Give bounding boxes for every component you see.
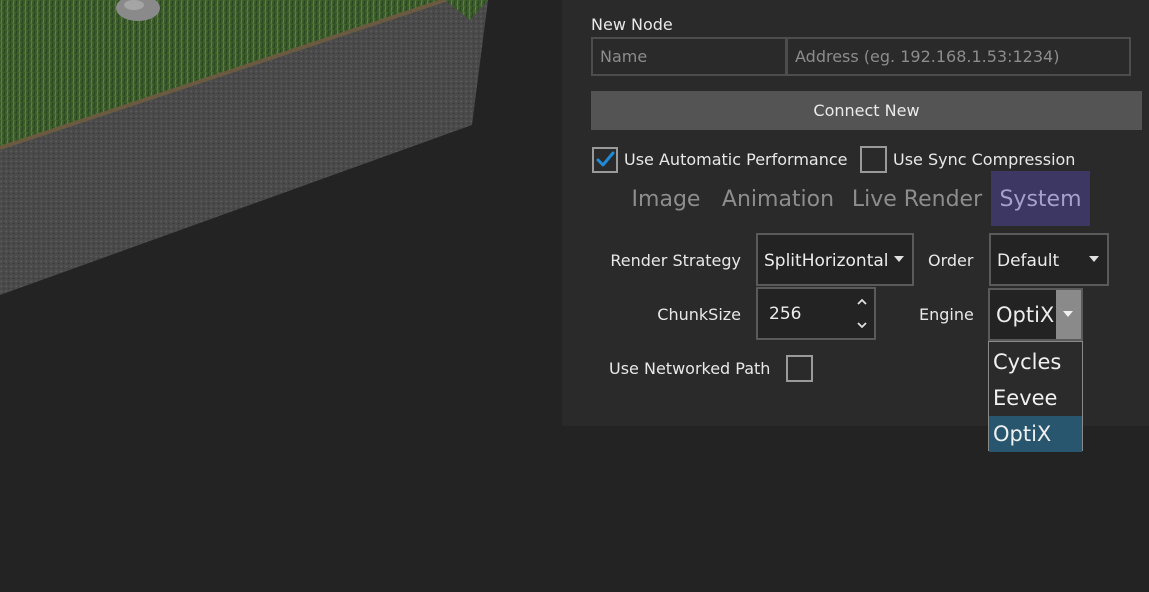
chevron-down-icon	[1063, 311, 1073, 317]
tab-live-render[interactable]: Live Render	[848, 171, 986, 226]
node-name-input[interactable]	[591, 37, 787, 76]
auto-performance-checkbox[interactable]	[592, 147, 618, 173]
networked-path-checkbox[interactable]	[786, 355, 813, 382]
chunksize-label: ChunkSize	[657, 305, 741, 324]
render-strategy-select[interactable]: SplitHorizontal	[756, 233, 914, 286]
chunksize-stepper[interactable]: 256	[756, 287, 876, 340]
new-node-heading: New Node	[591, 15, 673, 34]
engine-label: Engine	[919, 305, 974, 324]
sync-compression-label: Use Sync Compression	[893, 150, 1076, 169]
engine-dropdown-button[interactable]	[1056, 290, 1081, 339]
engine-value: OptiX	[996, 303, 1055, 327]
engine-option-optix[interactable]: OptiX	[989, 416, 1082, 452]
tab-animation[interactable]: Animation	[716, 171, 840, 226]
tab-system[interactable]: System	[991, 171, 1090, 226]
engine-select[interactable]: OptiX	[988, 288, 1083, 341]
render-strategy-label: Render Strategy	[610, 251, 741, 270]
engine-option-eevee[interactable]: Eevee	[989, 380, 1082, 416]
tab-image[interactable]: Image	[626, 171, 706, 226]
engine-dropdown-list: Cycles Eevee OptiX	[988, 341, 1083, 452]
sync-compression-checkbox[interactable]	[860, 146, 887, 173]
node-address-input[interactable]	[786, 37, 1131, 76]
chunksize-value: 256	[769, 304, 802, 324]
networked-path-label: Use Networked Path	[609, 359, 771, 378]
engine-option-cycles[interactable]: Cycles	[989, 344, 1082, 380]
chevron-up-icon[interactable]	[856, 297, 868, 307]
chevron-down-icon	[1089, 256, 1099, 262]
chevron-down-icon[interactable]	[856, 320, 868, 330]
checkmark-icon	[596, 151, 615, 167]
order-value: Default	[997, 251, 1060, 271]
chevron-down-icon	[894, 256, 904, 262]
render-strategy-value: SplitHorizontal	[764, 251, 889, 271]
order-label: Order	[928, 251, 974, 270]
viewport-render-preview	[0, 0, 562, 592]
auto-performance-label: Use Automatic Performance	[624, 150, 848, 169]
connect-new-button[interactable]: Connect New	[591, 91, 1142, 130]
order-select[interactable]: Default	[989, 233, 1109, 286]
